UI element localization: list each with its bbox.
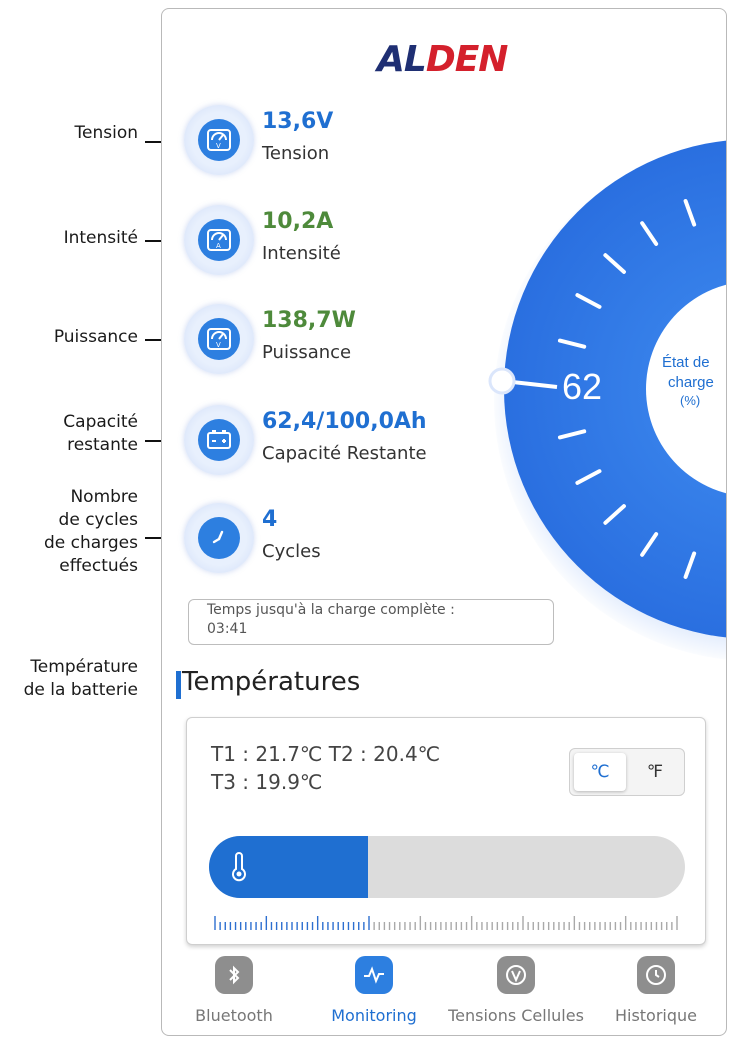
- gauge-label-line1: État de: [662, 354, 710, 371]
- nav-label-historique: Historique: [614, 1006, 698, 1025]
- callout-puissance: Puissance: [53, 327, 138, 347]
- charge-time-value: 03:41: [207, 621, 248, 637]
- temperature-scale-ticks: [214, 916, 678, 930]
- callout-temperature-line2: de la batterie: [23, 680, 138, 700]
- metric-puissance: V 138,7W Puissance: [184, 304, 504, 380]
- nav-item-tensions-cellules[interactable]: Tensions Cellules: [446, 954, 586, 1025]
- cycles-value: 4: [262, 507, 278, 532]
- bottom-nav: Bluetooth Monitoring Tensions Cellules H…: [162, 954, 726, 1034]
- metric-icon-ring: V: [184, 304, 254, 374]
- callout-capacite-line2: restante: [67, 435, 138, 455]
- temperature-line-1: T1 : 21.7℃ T2 : 20.4℃: [211, 742, 441, 766]
- tension-value: 13,6V: [262, 109, 334, 134]
- temperature-line-2: T3 : 19.9℃: [211, 770, 323, 794]
- metric-intensite: A 10,2A Intensité: [184, 205, 504, 281]
- capacite-label: Capacité Restante: [262, 443, 427, 464]
- metric-tension: V 13,6V Tension: [184, 105, 504, 181]
- metric-icon-ring: [184, 405, 254, 475]
- clock-icon: [198, 517, 240, 559]
- nav-label-bluetooth: Bluetooth: [195, 1006, 273, 1025]
- voltage-cell-icon: [497, 956, 535, 994]
- svg-text:V: V: [216, 341, 221, 349]
- history-icon: [637, 956, 675, 994]
- nav-item-historique[interactable]: Historique: [586, 954, 726, 1025]
- callout-capacite: Capacité restante: [63, 411, 138, 457]
- capacite-value: 62,4/100,0Ah: [262, 409, 427, 434]
- ammeter-icon: A: [198, 219, 240, 261]
- metric-icon-ring: V: [184, 105, 254, 175]
- puissance-value: 138,7W: [262, 308, 356, 333]
- temperature-card: T1 : 21.7℃ T2 : 20.4℃ T3 : 19.9℃ ℃ ℉: [186, 717, 706, 945]
- intensite-value: 10,2A: [262, 209, 334, 234]
- gauge-value: 62: [562, 366, 602, 407]
- callout-intensite: Intensité: [63, 228, 138, 248]
- svg-text:A: A: [216, 242, 221, 250]
- nav-label-tensions-cellules: Tensions Cellules: [448, 1006, 584, 1025]
- temperature-bar: [209, 836, 685, 898]
- gauge-label-line2: charge: [668, 374, 714, 391]
- nav-item-monitoring[interactable]: Monitoring: [304, 954, 444, 1025]
- battery-icon: [198, 419, 240, 461]
- unit-fahrenheit-button[interactable]: ℉: [630, 753, 680, 791]
- callout-capacite-line1: Capacité: [63, 412, 138, 432]
- metric-cycles: 4 Cycles: [184, 503, 504, 579]
- callout-cycles-line3: de charges: [44, 533, 138, 553]
- section-accent-bar: [176, 671, 181, 699]
- puissance-label: Puissance: [262, 342, 352, 363]
- nav-label-monitoring: Monitoring: [331, 1006, 417, 1025]
- app-screen: ALDEN 62 État de charge (%) V 13,6V Tens…: [161, 8, 727, 1036]
- callout-cycles-line1: Nombre: [70, 487, 138, 507]
- metric-icon-ring: A: [184, 205, 254, 275]
- nav-item-bluetooth[interactable]: Bluetooth: [164, 954, 304, 1025]
- unit-celsius-button[interactable]: ℃: [574, 753, 626, 791]
- tension-label: Tension: [262, 143, 330, 164]
- intensite-label: Intensité: [262, 243, 341, 264]
- callout-cycles-line4: effectués: [59, 556, 138, 576]
- temperatures-heading: Températures: [182, 667, 361, 697]
- wattmeter-icon: V: [198, 318, 240, 360]
- pulse-icon: [355, 956, 393, 994]
- metric-capacite: 62,4/100,0Ah Capacité Restante: [184, 405, 504, 481]
- charge-time-label: Temps jusqu'à la charge complète :: [207, 602, 455, 618]
- thermometer-icon: [232, 852, 246, 882]
- svg-text:V: V: [216, 142, 221, 150]
- bluetooth-icon: [215, 956, 253, 994]
- gauge-label-line3: (%): [680, 393, 700, 408]
- callout-cycles: Nombre de cycles de charges effectués: [44, 486, 138, 578]
- callout-tension: Tension: [74, 123, 138, 143]
- unit-switch: ℃ ℉: [569, 748, 685, 796]
- metric-icon-ring: [184, 503, 254, 573]
- callout-temperature: Température de la batterie: [24, 656, 138, 702]
- callout-cycles-line2: de cycles: [58, 510, 138, 530]
- cycles-label: Cycles: [262, 541, 321, 562]
- charge-time-box: Temps jusqu'à la charge complète : 03:41: [188, 599, 554, 645]
- voltmeter-icon: V: [198, 119, 240, 161]
- callout-temperature-line1: Température: [30, 657, 138, 677]
